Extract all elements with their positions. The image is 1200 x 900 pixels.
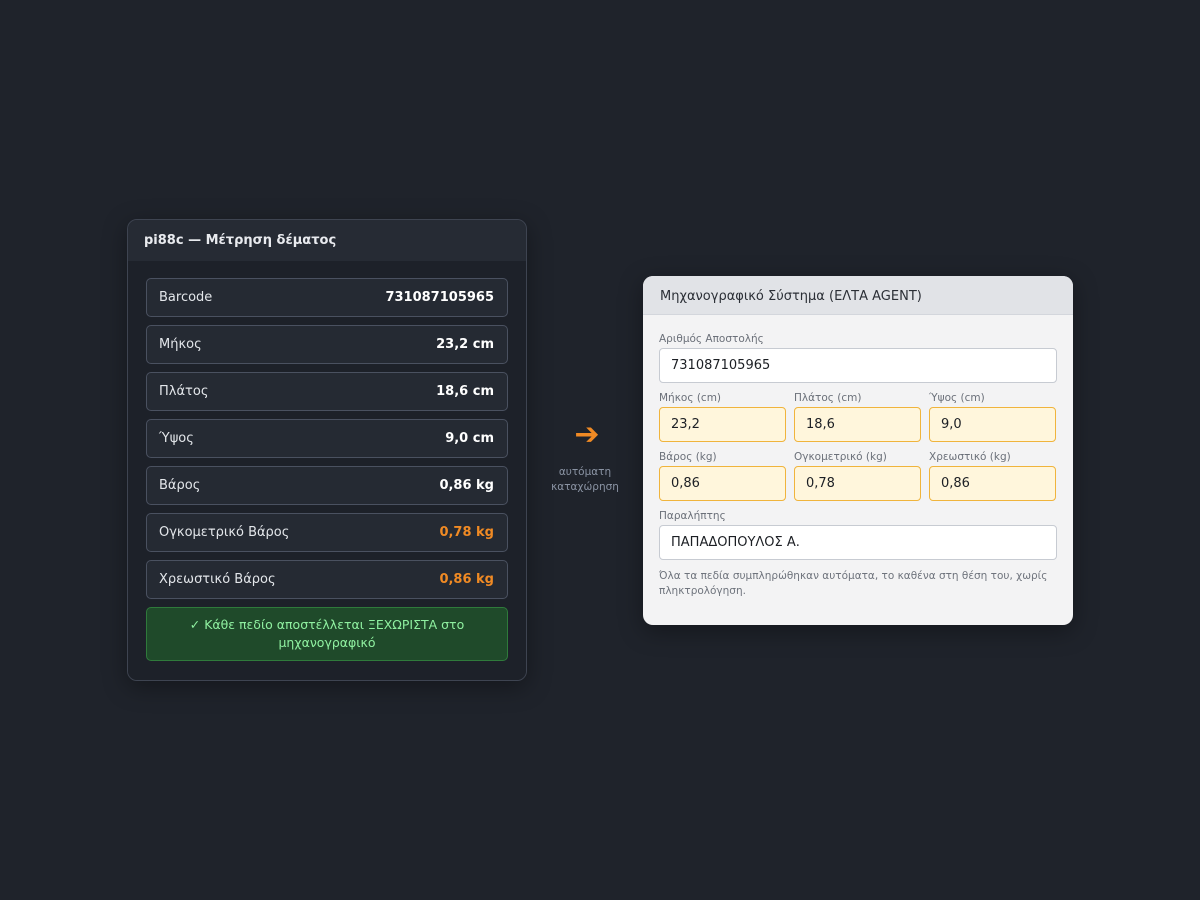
volumetric-field[interactable]: 0,78 — [794, 466, 921, 501]
height-label: Ύψος (cm) — [929, 392, 985, 404]
weight-field[interactable]: 0,86 — [659, 466, 786, 501]
measurement-value: 23,2 cm — [436, 337, 494, 352]
volumetric-group: Ογκομετρικό (kg) 0,78 — [794, 451, 921, 501]
chargeable-group: Χρεωστικό (kg) 0,86 — [929, 451, 1056, 501]
shipment-number-field[interactable]: 731087105965 — [659, 348, 1057, 383]
shipment-number-label: Αριθμός Αποστολής — [659, 333, 764, 345]
shipment-number-group: Αριθμός Αποστολής 731087105965 — [659, 333, 1057, 383]
erp-form-title: Μηχανογραφικό Σύστημα (ΕΛΤΑ AGENT) — [643, 276, 1073, 315]
measurement-value: 731087105965 — [385, 290, 494, 305]
measurement-row-weight: Βάρος 0,86 kg — [146, 466, 508, 505]
dimensions-row: Μήκος (cm) 23,2 Πλάτος (cm) 18,6 Ύψος (c… — [659, 392, 1057, 442]
arrow-caption-line2: καταχώρηση — [551, 481, 619, 493]
measurement-row-volumetric-weight: Ογκομετρικό Βάρος 0,78 kg — [146, 513, 508, 552]
measurement-value: 9,0 cm — [445, 431, 494, 446]
measurement-label: Βάρος — [159, 478, 201, 493]
autofill-note: Όλα τα πεδία συμπληρώθηκαν αυτόματα, το … — [659, 570, 1048, 597]
length-group: Μήκος (cm) 23,2 — [659, 392, 786, 442]
measurement-row-width: Πλάτος 18,6 cm — [146, 372, 508, 411]
measurement-label: Μήκος — [159, 337, 202, 352]
measurement-label: Barcode — [159, 290, 213, 305]
weight-group: Βάρος (kg) 0,86 — [659, 451, 786, 501]
recipient-group: Παραλήπτης ΠΑΠΑΔΟΠΟΥΛΟΣ Α. — [659, 510, 1057, 560]
measurement-panel: pi88c — Μέτρηση δέματος Barcode 73108710… — [127, 219, 527, 681]
weights-row: Βάρος (kg) 0,86 Ογκομετρικό (kg) 0,78 Χρ… — [659, 451, 1057, 501]
width-label: Πλάτος (cm) — [794, 392, 862, 404]
measurement-row-chargeable-weight: Χρεωστικό Βάρος 0,86 kg — [146, 560, 508, 599]
measurement-label: Πλάτος — [159, 384, 209, 399]
measurement-value: 0,86 kg — [439, 478, 494, 493]
measurement-label: Χρεωστικό Βάρος — [159, 572, 276, 587]
width-field[interactable]: 18,6 — [794, 407, 921, 442]
recipient-field[interactable]: ΠΑΠΑΔΟΠΟΥΛΟΣ Α. — [659, 525, 1057, 560]
arrow-caption-line1: αυτόματη — [558, 466, 612, 478]
measurement-row-height: Ύψος 9,0 cm — [146, 419, 508, 458]
measurement-label: Ύψος — [159, 431, 194, 446]
measurement-row-barcode: Barcode 731087105965 — [146, 278, 508, 317]
chargeable-label: Χρεωστικό (kg) — [929, 451, 1011, 463]
erp-form-panel: Μηχανογραφικό Σύστημα (ΕΛΤΑ AGENT) Αριθμ… — [643, 276, 1073, 625]
width-group: Πλάτος (cm) 18,6 — [794, 392, 921, 442]
measurement-value-highlight: 0,86 kg — [439, 572, 494, 587]
measurement-label: Ογκομετρικό Βάρος — [159, 525, 290, 540]
volumetric-label: Ογκομετρικό (kg) — [794, 451, 887, 463]
weight-label: Βάρος (kg) — [659, 451, 717, 463]
arrow-caption: αυτόματη καταχώρηση — [545, 465, 625, 495]
height-field[interactable]: 9,0 — [929, 407, 1056, 442]
recipient-label: Παραλήπτης — [659, 510, 726, 522]
height-group: Ύψος (cm) 9,0 — [929, 392, 1056, 442]
chargeable-field[interactable]: 0,86 — [929, 466, 1056, 501]
measurement-row-length: Μήκος 23,2 cm — [146, 325, 508, 364]
success-note: ✓ Κάθε πεδίο αποστέλλεται ΞΕΧΩΡΙΣΤΑ στο … — [146, 607, 508, 661]
measurement-value: 18,6 cm — [436, 384, 494, 399]
length-field[interactable]: 23,2 — [659, 407, 786, 442]
length-label: Μήκος (cm) — [659, 392, 722, 404]
erp-form-body: Αριθμός Αποστολής 731087105965 Μήκος (cm… — [643, 315, 1073, 599]
measurement-value-highlight: 0,78 kg — [439, 525, 494, 540]
right-arrow-icon: ➔ — [574, 417, 600, 452]
measurement-panel-body: Barcode 731087105965 Μήκος 23,2 cm Πλάτο… — [128, 261, 526, 680]
measurement-panel-title: pi88c — Μέτρηση δέματος — [128, 220, 526, 261]
